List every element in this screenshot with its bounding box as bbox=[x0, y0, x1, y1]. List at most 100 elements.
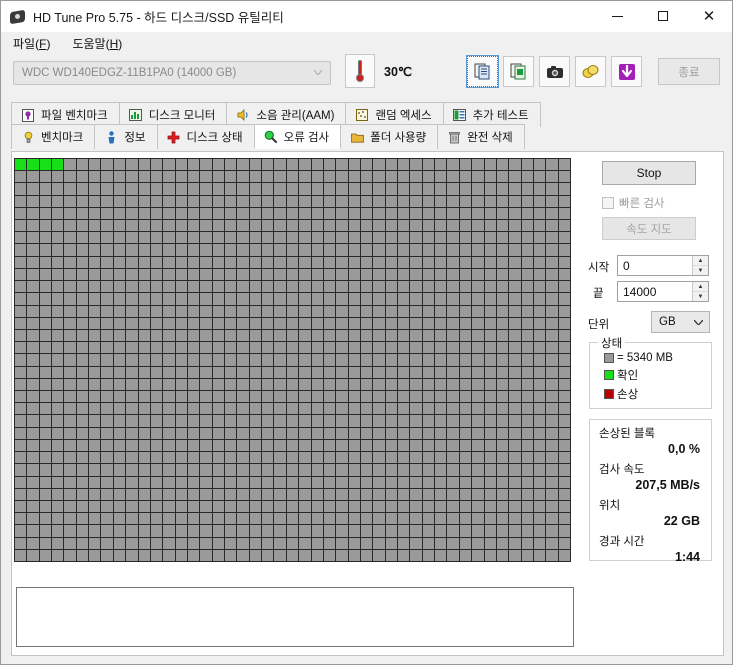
scan-block bbox=[533, 464, 546, 476]
scan-block bbox=[459, 256, 472, 268]
start-spinner-arrows[interactable]: ▲ ▼ bbox=[692, 256, 708, 275]
drive-select-dropdown[interactable]: WDC WD140EDGZ-11B1PA0 (14000 GB) bbox=[13, 61, 331, 85]
tab-info[interactable]: 정보 bbox=[94, 124, 158, 149]
scan-block bbox=[274, 183, 286, 195]
menu-item-help[interactable]: 도움말(H) bbox=[62, 33, 132, 54]
download-arrow-icon[interactable] bbox=[611, 56, 642, 87]
start-spin-up[interactable]: ▲ bbox=[693, 256, 708, 266]
scan-block bbox=[212, 476, 225, 488]
scan-block bbox=[311, 342, 323, 354]
scan-block bbox=[509, 391, 521, 403]
scan-block bbox=[398, 354, 410, 366]
minimize-button[interactable] bbox=[594, 1, 640, 31]
scan-block bbox=[447, 415, 459, 427]
scan-block bbox=[175, 207, 187, 220]
error-scan-grid[interactable] bbox=[14, 158, 571, 562]
scan-block bbox=[385, 244, 398, 256]
scan-block bbox=[52, 513, 64, 525]
maximize-button[interactable] bbox=[640, 1, 686, 31]
scan-block bbox=[138, 391, 150, 403]
scan-block bbox=[39, 317, 52, 329]
scan-block bbox=[385, 195, 398, 207]
speed-map-button[interactable]: 속도 지도 bbox=[602, 217, 696, 240]
close-button[interactable]: ✕ bbox=[686, 1, 732, 31]
scan-block bbox=[175, 366, 187, 378]
scan-block bbox=[163, 500, 175, 513]
scan-block bbox=[187, 293, 200, 305]
scan-block bbox=[163, 159, 175, 171]
scan-block bbox=[311, 293, 323, 305]
tab-disk-health[interactable]: 디스크 상태 bbox=[156, 124, 255, 149]
copy-to-spreadsheet-icon[interactable] bbox=[503, 56, 534, 87]
quick-scan-checkbox[interactable] bbox=[602, 197, 614, 209]
unit-select-dropdown[interactable]: GB bbox=[651, 311, 710, 333]
scan-block bbox=[237, 391, 249, 403]
end-spin-up[interactable]: ▲ bbox=[693, 282, 708, 292]
scan-block bbox=[138, 220, 150, 232]
scan-block bbox=[323, 183, 336, 195]
scan-block bbox=[76, 329, 89, 342]
scan-block bbox=[39, 195, 52, 207]
stop-button[interactable]: Stop bbox=[602, 161, 696, 185]
scan-block bbox=[113, 500, 126, 513]
scan-block bbox=[533, 317, 546, 329]
scan-block bbox=[422, 513, 435, 525]
scan-block bbox=[496, 207, 509, 220]
scan-block bbox=[262, 342, 274, 354]
scan-block bbox=[496, 366, 509, 378]
scan-block bbox=[447, 403, 459, 415]
quick-scan-checkbox-row[interactable]: 빠른 검사 bbox=[602, 195, 665, 211]
scan-block bbox=[27, 305, 39, 317]
scan-block bbox=[163, 317, 175, 329]
menu-item-file[interactable]: 파일(F) bbox=[3, 33, 60, 54]
scan-block bbox=[262, 403, 274, 415]
copy-icon[interactable] bbox=[466, 55, 499, 88]
scan-block bbox=[52, 220, 64, 232]
scan-block bbox=[175, 305, 187, 317]
scan-block bbox=[150, 256, 163, 268]
tab-error-scan[interactable]: 오류 검사 bbox=[253, 124, 342, 149]
scan-block bbox=[237, 415, 249, 427]
gold-coins-icon[interactable] bbox=[575, 56, 606, 87]
tab-folder-usage[interactable]: 폴더 사용량 bbox=[340, 124, 439, 149]
scan-block bbox=[360, 244, 373, 256]
elapsed-time-label: 경과 시간 bbox=[599, 536, 645, 548]
scan-block bbox=[249, 195, 262, 207]
end-spinner-arrows[interactable]: ▲ ▼ bbox=[692, 282, 708, 301]
scan-block bbox=[64, 354, 76, 366]
scan-block bbox=[484, 207, 496, 220]
scan-block bbox=[200, 329, 212, 342]
log-output-box[interactable] bbox=[16, 587, 574, 647]
scan-block bbox=[237, 452, 249, 464]
scan-block bbox=[447, 476, 459, 488]
scan-block bbox=[385, 171, 398, 183]
scan-block bbox=[113, 366, 126, 378]
start-spinner[interactable]: 0 ▲ ▼ bbox=[617, 255, 709, 276]
exit-button[interactable]: 종료 bbox=[658, 58, 720, 85]
scan-block bbox=[138, 317, 150, 329]
scan-block bbox=[52, 293, 64, 305]
scan-block bbox=[126, 549, 138, 561]
scan-block bbox=[546, 317, 558, 329]
end-spinner[interactable]: 14000 ▲ ▼ bbox=[617, 281, 709, 302]
scan-block bbox=[447, 183, 459, 195]
scan-block bbox=[113, 244, 126, 256]
camera-screenshot-icon[interactable] bbox=[539, 56, 570, 87]
scan-block bbox=[373, 317, 385, 329]
scan-block bbox=[323, 537, 336, 549]
scan-block bbox=[311, 366, 323, 378]
tab-secure-erase[interactable]: 완전 삭제 bbox=[437, 124, 525, 149]
scan-block bbox=[225, 268, 237, 281]
start-spin-down[interactable]: ▼ bbox=[693, 266, 708, 275]
red-cross-icon bbox=[167, 130, 181, 144]
scan-block bbox=[311, 537, 323, 549]
scan-block bbox=[422, 195, 435, 207]
scan-block bbox=[496, 171, 509, 183]
end-spin-down[interactable]: ▼ bbox=[693, 292, 708, 301]
tab-benchmark-label: 벤치마크 bbox=[41, 132, 84, 144]
scan-block bbox=[558, 513, 570, 525]
tab-benchmark[interactable]: 벤치마크 bbox=[11, 124, 96, 149]
scan-block bbox=[336, 244, 348, 256]
lightbulb-icon bbox=[21, 130, 35, 144]
scan-block bbox=[113, 207, 126, 220]
